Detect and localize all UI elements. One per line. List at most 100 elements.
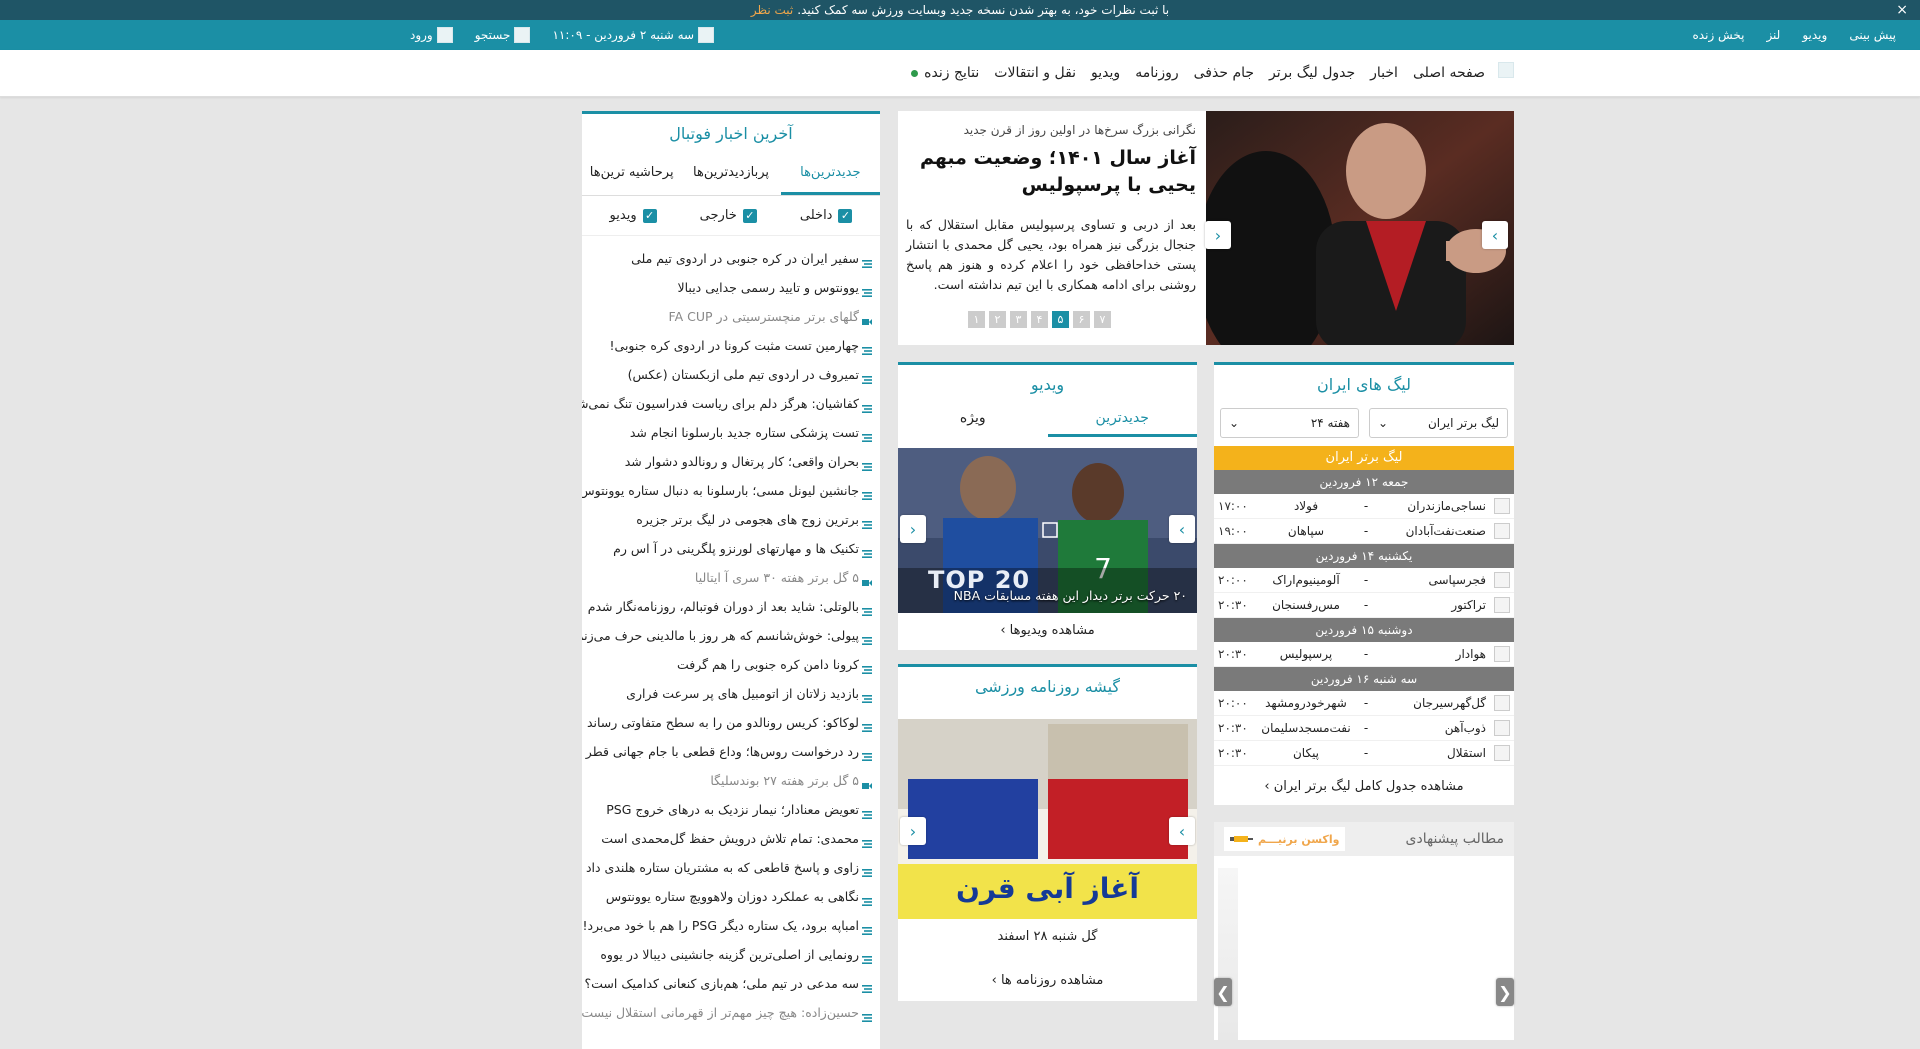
tab-newest[interactable]: جدیدترین‌ها <box>780 157 880 195</box>
nav-cup[interactable]: جام حذفی <box>1194 65 1254 81</box>
news-item[interactable]: کرونا دامن کره جنوبی را هم گرفت <box>582 656 872 685</box>
news-item[interactable]: سفیر ایران در کره جنوبی در اردوی تیم ملی <box>582 250 872 279</box>
suggested-next-button[interactable]: ❯ <box>1496 978 1514 1006</box>
hero-summary: بعد از دربی و تساوی پرسپولیس مقابل استقل… <box>906 217 1196 292</box>
video-next-button[interactable]: ‹ <box>1169 515 1195 543</box>
week-select[interactable]: هفته ۲۴ ⌄ <box>1220 408 1359 438</box>
video-prev-button[interactable]: › <box>900 515 926 543</box>
team-logo-icon <box>1494 695 1510 711</box>
chevron-left-icon: › <box>1000 623 1006 638</box>
tab-video-newest[interactable]: جدیدترین <box>1047 406 1197 437</box>
news-item[interactable]: برترین زوج های هجومی در لیگ برتر جزیره <box>582 511 872 540</box>
fixture-row[interactable]: استقلال - پیکان ۲۰:۳۰ <box>1214 741 1514 766</box>
news-item[interactable]: چهارمین تست مثبت کرونا در اردوی کره جنوب… <box>582 337 872 366</box>
top-link-lens[interactable]: لنز <box>1766 28 1780 42</box>
see-full-table-link[interactable]: مشاهده جدول کامل لیگ برتر ایران › <box>1214 779 1514 794</box>
hero-page-2[interactable]: ۶ <box>1073 311 1090 328</box>
home-team: گل‌گهرسیرجان <box>1413 696 1486 710</box>
user-icon <box>436 27 453 43</box>
search-button[interactable]: جستجو <box>475 27 531 43</box>
fixture-row[interactable]: هوادار - پرسپولیس ۲۰:۳۰ <box>1214 642 1514 667</box>
league-select[interactable]: لیگ برتر ایران ⌄ <box>1369 408 1508 438</box>
top-link-prediction[interactable]: پیش بینی <box>1849 28 1896 42</box>
news-item[interactable]: محمدی: تمام تلاش درویش حفظ گل‌محمدی است <box>582 830 872 859</box>
news-item[interactable]: رونمایی از اصلی‌ترین گزینه جانشینی دیبال… <box>582 946 872 975</box>
news-item[interactable]: امباپه برود، یک ستاره دیگر PSG را هم با … <box>582 917 872 946</box>
fixture-row[interactable]: نساجی‌مازندران - فولاد ۱۷:۰۰ <box>1214 494 1514 519</box>
tab-most-controversial[interactable]: پرحاشیه ترین‌ها <box>582 157 681 195</box>
news-item[interactable]: کفاشیان: هرگز دلم برای ریاست فدراسیون تن… <box>582 395 872 424</box>
hero-page-6[interactable]: ۲ <box>989 311 1006 328</box>
site-logo[interactable] <box>1498 62 1514 81</box>
news-item[interactable]: بالوتلی: شاید بعد از دوران فوتبالم، روزن… <box>582 598 872 627</box>
news-item[interactable]: تست پزشکی ستاره جدید بارسلونا انجام شد <box>582 424 872 453</box>
see-all-videos-link[interactable]: مشاهده ویدیوها › <box>898 623 1197 638</box>
away-team: فولاد <box>1293 499 1319 513</box>
filter-foreign[interactable]: ✓ خارجی <box>700 208 757 223</box>
fixture-row[interactable]: صنعت‌نفت‌آبادان - سپاهان ۱۹:۰۰ <box>1214 519 1514 544</box>
news-item-title: محمدی: تمام تلاش درویش حفظ گل‌محمدی است <box>601 831 859 846</box>
fixture-row[interactable]: تراکتور - مس‌رفسنجان ۲۰:۳۰ <box>1214 593 1514 618</box>
news-item[interactable]: بازدید زلاتان از اتومبیل های پر سرعت فرا… <box>582 685 872 714</box>
filter-video[interactable]: ✓ ویدیو <box>610 208 657 223</box>
nav-video[interactable]: ویدیو <box>1091 65 1120 81</box>
news-item[interactable]: لوکاکو: کریس رونالدو من را به سطح متفاوت… <box>582 714 872 743</box>
fixture-row[interactable]: ذوب‌آهن - نفت‌مسجدسلیمان ۲۰:۳۰ <box>1214 716 1514 741</box>
tab-video-special[interactable]: ویژه <box>898 406 1048 437</box>
submit-feedback-link[interactable]: ثبت نظر <box>751 3 793 17</box>
hero-page-1[interactable]: ۷ <box>1094 311 1111 328</box>
checkbox-checked-icon: ✓ <box>742 208 757 223</box>
top-link-video[interactable]: ویدیو <box>1802 28 1827 42</box>
close-icon[interactable]: × <box>1896 0 1908 20</box>
tab-most-viewed[interactable]: پربازدیدترین‌ها <box>681 157 780 195</box>
filter-domestic[interactable]: ✓ داخلی <box>800 208 853 223</box>
vaccine-brand-badge[interactable]: واکسن برنیـــم <box>1224 827 1346 851</box>
hero-page-7[interactable]: ۱ <box>968 311 985 328</box>
hero-photo[interactable] <box>1206 111 1514 345</box>
hero-headline[interactable]: آغاز سال ۱۴۰۱؛ وضعیت مبهم یحیی با پرسپول… <box>906 145 1196 199</box>
nav-live-results[interactable]: نتایج زنده <box>911 65 979 81</box>
newspaper-prev-button[interactable]: › <box>900 817 926 845</box>
list-icon <box>862 516 872 529</box>
hero-next-button[interactable]: ‹ <box>1482 221 1508 249</box>
news-item[interactable]: نگاهی به عملکرد دوزان ولاهوویچ ستاره یوو… <box>582 888 872 917</box>
news-item[interactable]: پیولی: خوش‌شانسم که هر روز با مالدینی حر… <box>582 627 872 656</box>
hero-page-4[interactable]: ۴ <box>1031 311 1048 328</box>
login-button[interactable]: ورود <box>410 27 453 43</box>
match-time: ۲۰:۰۰ <box>1218 573 1248 587</box>
list-icon <box>862 951 872 964</box>
nav-transfers[interactable]: نقل و انتقالات <box>994 65 1076 81</box>
fixture-row[interactable]: فجرسپاسی - آلومینیوم‌اراک ۲۰:۰۰ <box>1214 568 1514 593</box>
nav-newspaper[interactable]: روزنامه <box>1135 65 1178 81</box>
news-item[interactable]: یوونتوس و تایید رسمی جدایی دیبالا <box>582 279 872 308</box>
nav-home[interactable]: صفحه اصلی <box>1413 65 1485 81</box>
news-item[interactable]: زاوی و پاسخ قاطعی که به مشتریان ستاره هل… <box>582 859 872 888</box>
fixture-day: سه شنبه ۱۶ فروردین <box>1214 667 1514 691</box>
news-item[interactable]: تمیروف در اردوی تیم ملی ازبکستان (عکس) <box>582 366 872 395</box>
news-item[interactable]: بحران واقعی؛ کار پرتغال و رونالدو دشوار … <box>582 453 872 482</box>
nav-league-table[interactable]: جدول لیگ برتر <box>1269 65 1355 81</box>
news-item-title: یوونتوس و تایید رسمی جدایی دیبالا <box>677 280 859 295</box>
news-item[interactable]: تعویض معنادار؛ نیمار نزدیک به درهای خروج… <box>582 801 872 830</box>
newspaper-next-button[interactable]: ‹ <box>1169 817 1195 845</box>
suggested-panel: واکسن برنیـــم مطالب پیشنهادی ❮ ❯ <box>1214 822 1514 1040</box>
hero-page-5[interactable]: ۳ <box>1010 311 1027 328</box>
news-item[interactable]: رد درخواست روس‌ها؛ وداع قطعی با جام جهان… <box>582 743 872 772</box>
news-item[interactable]: سه مدعی در تیم ملی؛ هم‌بازی کنعانی کدامی… <box>582 975 872 1004</box>
news-item[interactable]: گلهای برتر منچسترسیتی در FA CUP <box>582 308 872 337</box>
news-item-title: پیولی: خوش‌شانسم که هر روز با مالدینی حر… <box>582 628 859 643</box>
news-item[interactable]: تکنیک ها و مهارتهای لورنزو پلگرینی در آ … <box>582 540 872 569</box>
hero-prev-button[interactable]: › <box>1205 221 1231 249</box>
see-all-newspapers-link[interactable]: مشاهده روزنامه ها › <box>898 973 1197 988</box>
news-item[interactable]: حسین‌زاده: هیچ چیز مهم‌تر از قهرمانی است… <box>582 1004 872 1033</box>
news-item[interactable]: ۵ گل برتر هفته ۲۷ بوندسلیگا <box>582 772 872 801</box>
hero-page-3[interactable]: ۵ <box>1052 311 1069 328</box>
suggested-prev-button[interactable]: ❮ <box>1214 978 1232 1006</box>
top-link-live[interactable]: پخش زنده <box>1693 28 1745 42</box>
fixture-row[interactable]: گل‌گهرسیرجان - شهرخودرومشهد ۲۰:۰۰ <box>1214 691 1514 716</box>
news-item[interactable]: جانشین لیونل مسی؛ بارسلونا به دنبال ستار… <box>582 482 872 511</box>
news-item[interactable]: ۵ گل برتر هفته ۳۰ سری آ ایتالیا <box>582 569 872 598</box>
newspaper-cover[interactable]: آغاز آبی قرن <box>898 719 1197 919</box>
video-thumbnail[interactable]: 7 TOP 20 ۲۰ حرکت برتر دیدار این هفته مسا… <box>898 448 1197 613</box>
nav-news[interactable]: اخبار <box>1370 65 1398 81</box>
